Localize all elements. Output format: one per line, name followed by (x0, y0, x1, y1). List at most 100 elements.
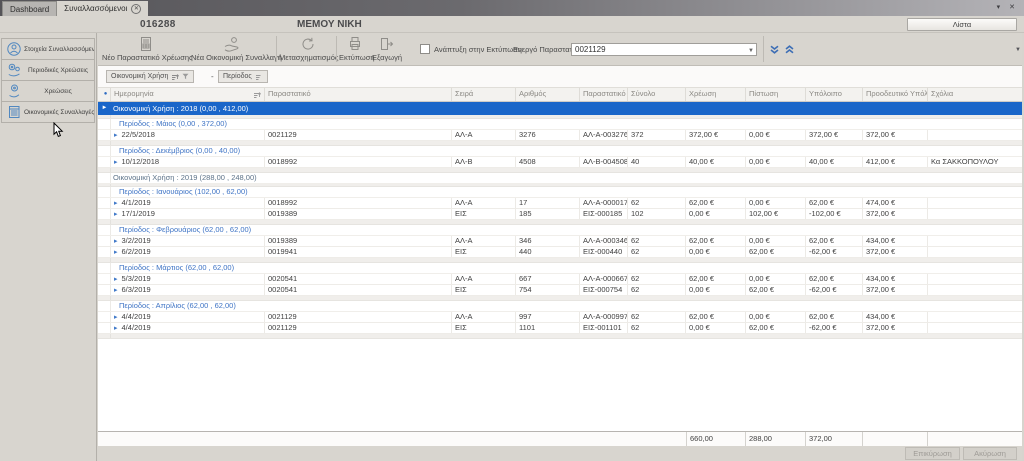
cell-total[interactable]: 62 (628, 247, 686, 257)
transaction-row[interactable]: ▸5/3/20190020541ΑΛ-Α667ΑΛ-Α-0006676262,0… (98, 274, 1022, 285)
column-header-docref[interactable]: Παραστατικό (580, 88, 628, 101)
transform-button[interactable]: Μετασχηματισμός (279, 34, 334, 64)
expand-row-icon[interactable]: ▸ (114, 159, 118, 166)
cell-progressive_balance[interactable]: 372,00 € (863, 285, 928, 295)
cell-document[interactable]: 0020541 (265, 285, 452, 295)
cell-docref[interactable]: ΑΛ-Α-003276 (580, 130, 628, 140)
cell-series[interactable]: ΕΙΣ (452, 247, 516, 257)
cell-document[interactable]: 0019941 (265, 247, 452, 257)
cell-progressive_balance[interactable]: 372,00 € (863, 323, 928, 333)
cell-comments[interactable] (928, 198, 1022, 208)
cell-docref[interactable]: ΕΙΣ-000440 (580, 247, 628, 257)
cell-total[interactable]: 62 (628, 274, 686, 284)
cell-number[interactable]: 754 (516, 285, 580, 295)
close-icon[interactable]: ✕ (1009, 3, 1015, 11)
transaction-row[interactable]: ▸3/2/20190019389ΑΛ-Α346ΑΛ-Α-0003466262,0… (98, 236, 1022, 247)
cell-comments[interactable] (928, 312, 1022, 322)
cell-debit[interactable]: 0,00 € (686, 209, 746, 219)
cell-debit[interactable]: 0,00 € (686, 247, 746, 257)
new-financial-transaction-button[interactable]: Νέα Οικονομική Συναλλαγή (191, 34, 273, 64)
cell-balance[interactable]: 40,00 € (806, 157, 863, 167)
sidebar-item-contact-details[interactable]: Στοιχεία Συναλλασσόμενου (1, 38, 95, 60)
period-group-row[interactable]: Περίοδος : Μάιος (0,00 , 372,00) (98, 119, 1022, 130)
cell-debit[interactable]: 0,00 € (686, 285, 746, 295)
transaction-row[interactable]: ▸22/5/20180021129ΑΛ-Α3276ΑΛ-Α-0032763723… (98, 130, 1022, 141)
cell-date[interactable]: ▸10/12/2018 (111, 157, 265, 167)
cell-debit[interactable]: 0,00 € (686, 323, 746, 333)
cell-credit[interactable]: 62,00 € (746, 247, 806, 257)
cell-balance[interactable]: 372,00 € (806, 130, 863, 140)
cell-document[interactable]: 0021129 (265, 130, 452, 140)
cell-balance[interactable]: -102,00 € (806, 209, 863, 219)
confirm-button[interactable]: Επικύρωση (905, 447, 960, 460)
cell-debit[interactable]: 62,00 € (686, 236, 746, 246)
active-document-combobox[interactable]: 0021129 ▼ (571, 43, 757, 56)
toolbar-overflow-icon[interactable]: ▼ (1015, 47, 1021, 53)
cell-document[interactable]: 0021129 (265, 323, 452, 333)
expand-row-icon[interactable]: ▸ (114, 325, 118, 332)
cell-number[interactable]: 185 (516, 209, 580, 219)
cell-number[interactable]: 4508 (516, 157, 580, 167)
cell-total[interactable]: 62 (628, 198, 686, 208)
cell-credit[interactable]: 0,00 € (746, 130, 806, 140)
column-header-document[interactable]: Παραστατικό (265, 88, 452, 101)
expand-row-icon[interactable]: ▸ (114, 238, 118, 245)
column-header-series[interactable]: Σειρά (452, 88, 516, 101)
expand-row-icon[interactable]: ▸ (114, 314, 118, 321)
cell-docref[interactable]: ΕΙΣ-001101 (580, 323, 628, 333)
cell-docref[interactable]: ΑΛ-Α-000346 (580, 236, 628, 246)
cell-series[interactable]: ΑΛ-Α (452, 274, 516, 284)
transaction-row[interactable]: ▸10/12/20180018992ΑΛ-Β4508ΑΛ-Β-004508404… (98, 157, 1022, 168)
cell-balance[interactable]: 62,00 € (806, 274, 863, 284)
group-chip-period[interactable]: Περίοδος (218, 70, 268, 83)
cell-progressive_balance[interactable]: 412,00 € (863, 157, 928, 167)
cell-balance[interactable]: -62,00 € (806, 247, 863, 257)
cell-docref[interactable]: ΑΛ-Α-000017 (580, 198, 628, 208)
cell-balance[interactable]: 62,00 € (806, 198, 863, 208)
period-group-row[interactable]: Περίοδος : Ιανουάριος (102,00 , 62,00) (98, 187, 1022, 198)
column-header-debit[interactable]: Χρέωση (686, 88, 746, 101)
cell-series[interactable]: ΕΙΣ (452, 209, 516, 219)
column-header-date[interactable]: Ημερομηνία (111, 88, 265, 101)
cell-date[interactable]: ▸6/2/2019 (111, 247, 265, 257)
transaction-row[interactable]: ▸6/2/20190019941ΕΙΣ440ΕΙΣ-000440620,00 €… (98, 247, 1022, 258)
tab-dashboard[interactable]: Dashboard (2, 1, 57, 16)
cell-docref[interactable]: ΑΛ-Β-004508 (580, 157, 628, 167)
cell-date[interactable]: ▸4/1/2019 (111, 198, 265, 208)
expand-row-icon[interactable]: ▸ (114, 211, 118, 218)
cell-credit[interactable]: 0,00 € (746, 198, 806, 208)
cell-debit[interactable]: 372,00 € (686, 130, 746, 140)
cell-document[interactable]: 0021129 (265, 312, 452, 322)
print-button[interactable]: Εκτύπωση (339, 34, 370, 64)
transaction-row[interactable]: ▸4/4/20190021129ΕΙΣ1101ΕΙΣ-001101620,00 … (98, 323, 1022, 334)
cell-number[interactable]: 997 (516, 312, 580, 322)
collapse-all-icon[interactable] (784, 44, 795, 55)
column-header-progressive-balance[interactable]: Προοδευτικό Υπόλοιπο (863, 88, 928, 101)
cell-balance[interactable]: -62,00 € (806, 285, 863, 295)
transaction-row[interactable]: ▸17/1/20190019389ΕΙΣ185ΕΙΣ-0001851020,00… (98, 209, 1022, 220)
cell-number[interactable]: 3276 (516, 130, 580, 140)
list-button[interactable]: Λίστα (907, 18, 1017, 31)
cell-document[interactable]: 0019389 (265, 236, 452, 246)
sidebar-item-financial-transactions[interactable]: Οικονομικές Συναλλαγές (1, 101, 95, 123)
cell-comments[interactable] (928, 274, 1022, 284)
cell-balance[interactable]: 62,00 € (806, 236, 863, 246)
cell-total[interactable]: 62 (628, 312, 686, 322)
cell-comments[interactable] (928, 323, 1022, 333)
cell-progressive_balance[interactable]: 372,00 € (863, 209, 928, 219)
tab-synallassomenoi[interactable]: Συναλλασσόμενοι ✕ (57, 1, 148, 16)
cell-credit[interactable]: 0,00 € (746, 157, 806, 167)
column-header-total[interactable]: Σύνολο (628, 88, 686, 101)
cell-total[interactable]: 372 (628, 130, 686, 140)
cell-series[interactable]: ΑΛ-Α (452, 130, 516, 140)
cell-credit[interactable]: 62,00 € (746, 285, 806, 295)
cell-document[interactable]: 0020541 (265, 274, 452, 284)
filter-icon[interactable] (182, 73, 189, 80)
cell-date[interactable]: ▸4/4/2019 (111, 323, 265, 333)
cell-date[interactable]: ▸3/2/2019 (111, 236, 265, 246)
cell-total[interactable]: 62 (628, 285, 686, 295)
cell-date[interactable]: ▸22/5/2018 (111, 130, 265, 140)
cell-date[interactable]: ▸17/1/2019 (111, 209, 265, 219)
cell-debit[interactable]: 62,00 € (686, 198, 746, 208)
expand-row-icon[interactable]: ▸ (114, 276, 118, 283)
